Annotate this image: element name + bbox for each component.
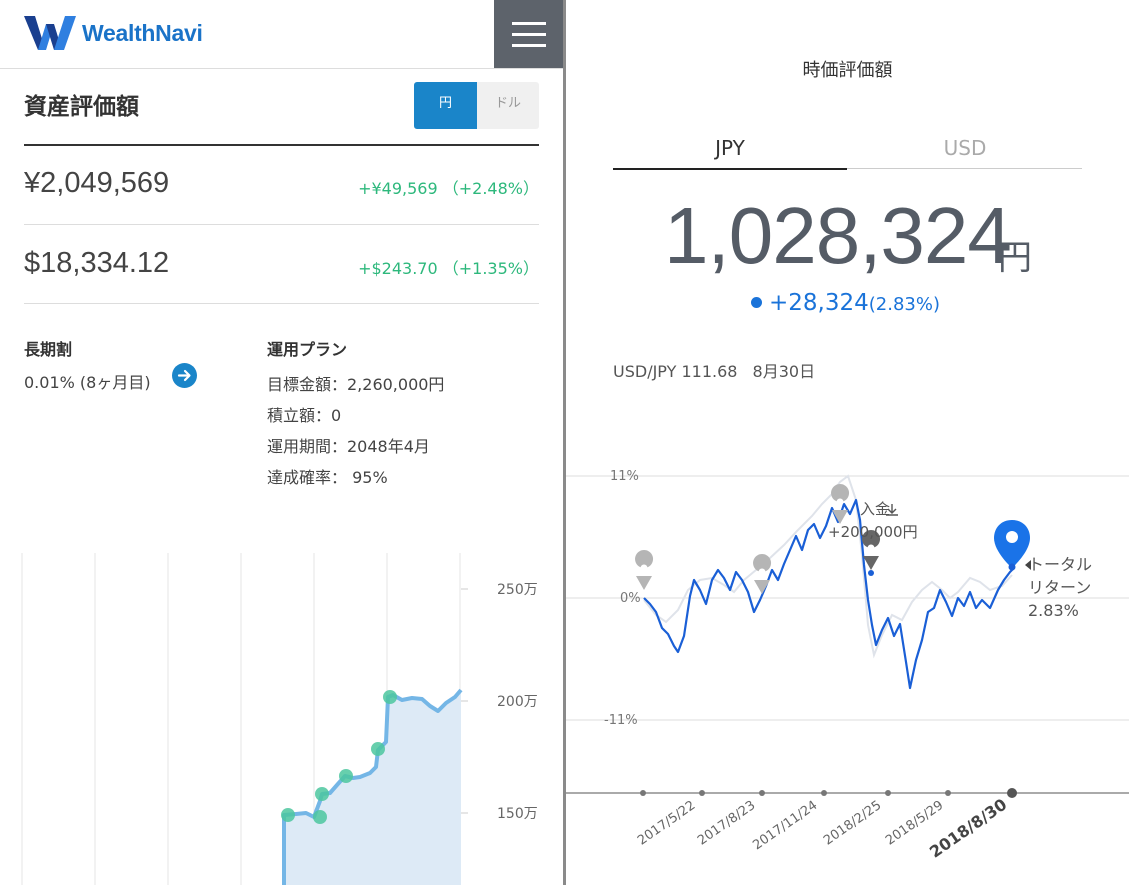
plan-heading: 運用プラン: [267, 340, 348, 359]
location-pin-icon: [994, 520, 1030, 568]
fx-date: 8月30日: [752, 362, 816, 381]
divider: [24, 303, 539, 304]
fx-rate: USD/JPY 111.68: [613, 362, 738, 381]
y-tick-label: 0%: [620, 591, 641, 606]
asset-summary-panel: WealthNavi 資産評価額 円 ドル ¥2,049,569 +¥49,56…: [0, 0, 563, 885]
deposit-amount: +200,000円: [828, 523, 918, 541]
long-term-detail-button[interactable]: [172, 363, 197, 388]
jpy-change: +¥49,569 （+2.48%）: [358, 179, 539, 198]
currency-toggle[interactable]: 円 ドル: [414, 82, 539, 129]
divider: [24, 144, 539, 146]
tab-jpy[interactable]: JPY: [613, 136, 847, 160]
asset-area: [284, 690, 461, 885]
page-title: 資産評価額: [24, 94, 139, 120]
panel-title: 時価評価額: [802, 60, 893, 81]
deposit-marker: [313, 810, 327, 824]
market-value-unit: 円: [998, 238, 1032, 278]
x-tick-dot: [759, 790, 765, 796]
pin-icon: [831, 484, 850, 524]
total-return-line: リターン: [1028, 578, 1092, 597]
fx-rate-row: USD/JPY 111.68 8月30日: [613, 358, 815, 382]
yen-toggle-button[interactable]: 円: [414, 82, 477, 129]
x-tick-label: 2017/11/24: [750, 798, 820, 853]
plan-period: 運用期間：2048年4月: [267, 437, 430, 456]
total-return-label: トータル リターン 2.83%: [1028, 553, 1092, 622]
pin-icon: [635, 550, 654, 590]
app-header: WealthNavi: [0, 0, 563, 69]
y-tick-label: 150万: [497, 806, 538, 822]
x-tick-dot: [699, 790, 705, 796]
dollar-toggle-button[interactable]: ドル: [477, 82, 539, 129]
x-tick-dot: [821, 790, 827, 796]
asset-history-chart[interactable]: 250万 200万 150万: [0, 545, 563, 885]
series-dot-icon: [751, 297, 762, 308]
wealthnavi-logo-icon: [24, 16, 76, 50]
deposit-marker: [339, 769, 353, 783]
y-tick-label: 250万: [497, 582, 538, 598]
x-tick-dot-active: [1007, 788, 1017, 798]
deposit-marker: [371, 742, 385, 756]
plan-probability: 達成確率： 95%: [267, 468, 388, 487]
deposit-marker: [281, 808, 295, 822]
market-value-panel: 時価評価額 JPY USD 1,028,324 円 +28,324(2.83%)…: [566, 0, 1129, 885]
y-tick-label: -11%: [604, 713, 638, 728]
x-tick-dot: [945, 790, 951, 796]
market-value: 1,028,324: [664, 191, 1012, 280]
plan-accumulation: 積立額：0: [267, 406, 342, 425]
wealthnavi-logo[interactable]: WealthNavi: [24, 16, 203, 50]
long-term-value: 0.01% (8ヶ月目): [24, 373, 151, 392]
x-tick-label: 2017/5/22: [635, 798, 698, 849]
x-tick-label: 2018/2/25: [821, 798, 884, 849]
gain-row: +28,324(2.83%): [751, 290, 940, 316]
menu-icon: [512, 33, 546, 36]
total-return-line: トータル: [1028, 555, 1093, 574]
divider: [24, 224, 539, 225]
menu-icon: [512, 44, 546, 47]
gain-percent: (2.83%): [868, 294, 940, 315]
usd-amount: $18,334.12: [24, 247, 170, 279]
y-tick-label: 11%: [610, 469, 639, 484]
benchmark-line: [643, 474, 1013, 659]
hamburger-menu-button[interactable]: [494, 0, 563, 68]
data-point: [1008, 563, 1016, 571]
gain-amount: +28,324: [769, 290, 869, 316]
x-tick-label: 2017/8/23: [695, 798, 758, 849]
market-value-chart[interactable]: 11% 0% -11% 入金 +200,000円 2017/5/22 2017/…: [566, 440, 1129, 880]
plan-target: 目標金額：2,260,000円: [267, 375, 445, 394]
usd-change: +$243.70 （+1.35%）: [358, 259, 539, 278]
logo-text: WealthNavi: [82, 19, 203, 46]
deposit-marker: [383, 690, 397, 704]
x-tick-dot: [885, 790, 891, 796]
data-point: [868, 570, 874, 576]
tab-usd[interactable]: USD: [848, 136, 1082, 160]
menu-icon: [512, 22, 546, 25]
jpy-amount: ¥2,049,569: [24, 167, 170, 199]
deposit-label: 入金: [860, 500, 890, 518]
arrow-right-icon: [177, 369, 191, 382]
y-tick-label: 200万: [497, 694, 538, 710]
deposit-marker: [315, 787, 329, 801]
x-tick-dot: [640, 790, 646, 796]
total-return-value: 2.83%: [1028, 601, 1079, 620]
tab-active-indicator: [613, 168, 847, 170]
long-term-heading: 長期割: [24, 340, 73, 359]
pin-icon: [753, 554, 772, 594]
